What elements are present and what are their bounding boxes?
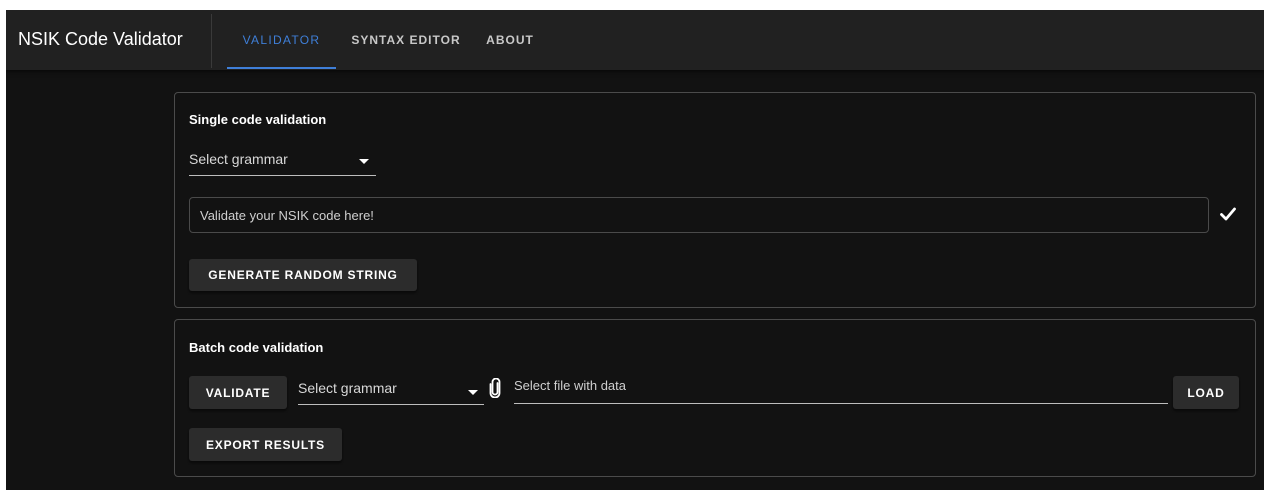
- active-tab-indicator: [227, 67, 336, 69]
- file-select-field[interactable]: Select file with data: [514, 375, 1168, 404]
- batch-validation-title: Batch code validation: [189, 340, 324, 355]
- tab-about[interactable]: ABOUT: [478, 10, 542, 70]
- export-results-button[interactable]: EXPORT RESULTS: [189, 428, 342, 461]
- check-icon[interactable]: [1220, 207, 1236, 221]
- load-button[interactable]: LOAD: [1173, 376, 1239, 409]
- title-divider: [211, 14, 212, 68]
- chevron-down-icon: [359, 159, 369, 164]
- batch-grammar-select[interactable]: Select grammar: [298, 376, 484, 405]
- paperclip-icon[interactable]: [489, 378, 501, 398]
- file-select-placeholder: Select file with data: [514, 378, 627, 393]
- chevron-down-icon: [468, 390, 478, 395]
- app-window: NSIK Code Validator VALIDATOR SYNTAX EDI…: [6, 10, 1264, 490]
- app-bar: NSIK Code Validator VALIDATOR SYNTAX EDI…: [6, 10, 1264, 70]
- batch-validation-card: Batch code validation VALIDATE Select gr…: [174, 319, 1256, 477]
- validate-button[interactable]: VALIDATE: [189, 376, 287, 409]
- single-grammar-select[interactable]: Select grammar: [189, 147, 376, 176]
- tab-syntax-editor[interactable]: SYNTAX EDITOR: [340, 10, 472, 70]
- batch-grammar-select-value: Select grammar: [298, 380, 397, 396]
- code-input[interactable]: [189, 197, 1209, 233]
- single-validation-card: Single code validation Select grammar GE…: [174, 92, 1256, 308]
- generate-random-string-button[interactable]: GENERATE RANDOM STRING: [189, 259, 417, 291]
- single-grammar-select-value: Select grammar: [189, 151, 288, 167]
- single-validation-title: Single code validation: [189, 112, 327, 127]
- tab-validator[interactable]: VALIDATOR: [227, 10, 336, 70]
- app-title: NSIK Code Validator: [18, 29, 183, 49]
